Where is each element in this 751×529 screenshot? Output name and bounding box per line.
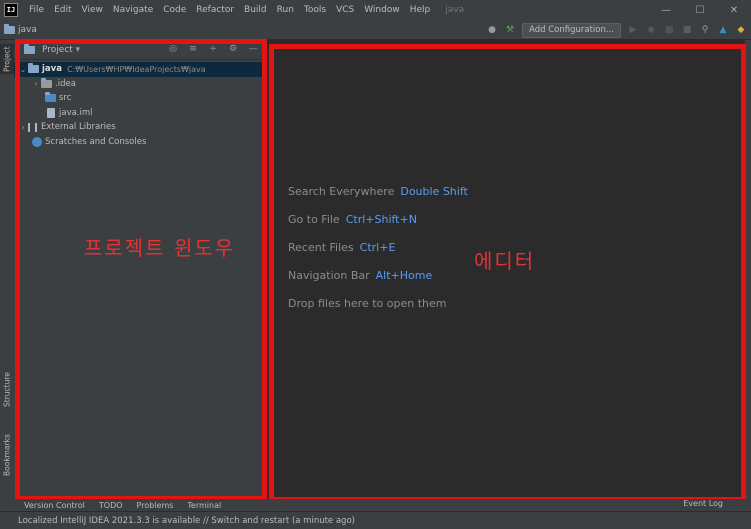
right-tool-strip — [745, 40, 751, 500]
hint-recent-files: Recent Files Ctrl+E — [288, 241, 395, 254]
menu-run[interactable]: Run — [272, 5, 299, 15]
hint-drop-files: Drop files here to open them — [288, 297, 446, 310]
user-icon[interactable]: ● — [486, 24, 498, 36]
menu-code[interactable]: Code — [158, 5, 191, 15]
hint-label: Search Everywhere — [288, 185, 395, 198]
editor-annotation: 에디터 — [474, 249, 536, 273]
external-libraries-label: External Libraries — [41, 122, 116, 133]
hint-label: Go to File — [288, 213, 340, 226]
search-icon[interactable]: ⚲ — [699, 24, 711, 36]
hint-go-to-file: Go to File Ctrl+Shift+N — [288, 213, 417, 226]
tree-item-scratches[interactable]: Scratches and Consoles — [14, 135, 267, 150]
bookmarks-tool-tab[interactable]: Bookmarks — [0, 432, 14, 478]
hint-shortcut: Alt+Home — [375, 269, 433, 282]
scratches-icon — [32, 136, 42, 147]
iml-file-icon — [47, 107, 55, 118]
terminal-tab[interactable]: Terminal — [187, 501, 221, 510]
window-controls: — ☐ ✕ — [649, 0, 751, 20]
project-window-annotation: 프로젝트 윈도우 — [84, 236, 236, 260]
gear-icon[interactable]: ⚙ — [227, 43, 239, 55]
menu-view[interactable]: View — [77, 5, 108, 15]
library-icon — [28, 122, 37, 132]
folder-icon — [41, 77, 52, 88]
chevron-right-icon[interactable]: › — [18, 123, 28, 132]
chevron-down-icon[interactable]: ⌄ — [18, 65, 28, 74]
window-title: java — [445, 5, 465, 15]
run-icon[interactable]: ▶ — [627, 24, 639, 36]
maximize-icon[interactable]: ☐ — [683, 0, 717, 20]
nav-toolbar: ● ⚒ Add Configuration... ▶ ◉ ▩ ■ ⚲ ▲ ◆ — [486, 20, 747, 40]
menu-edit[interactable]: Edit — [49, 5, 76, 15]
menu-file[interactable]: File — [24, 5, 49, 15]
tree-item-src[interactable]: src — [14, 91, 267, 106]
root-name: java — [42, 64, 62, 75]
project-tree: ⌄ java C:₩Users₩HP₩IdeaProjects₩java › .… — [14, 60, 267, 149]
plugin-icon[interactable]: ◆ — [735, 24, 747, 36]
hint-shortcut: Double Shift — [400, 185, 468, 198]
menu-build[interactable]: Build — [239, 5, 272, 15]
scratches-label: Scratches and Consoles — [45, 136, 147, 147]
tree-item-iml[interactable]: java.iml — [14, 106, 267, 121]
update-icon[interactable]: ▲ — [717, 24, 729, 36]
navigation-bar: java ● ⚒ Add Configuration... ▶ ◉ ▩ ■ ⚲ … — [0, 20, 751, 40]
menu-navigate[interactable]: Navigate — [108, 5, 158, 15]
coverage-icon[interactable]: ▩ — [663, 24, 675, 36]
project-view-selector[interactable]: Project — [42, 45, 73, 55]
hint-shortcut: Ctrl+E — [359, 241, 396, 254]
intellij-logo-icon: IJ — [4, 3, 18, 17]
menu-tools[interactable]: Tools — [299, 5, 331, 15]
src-folder-label: src — [59, 93, 72, 104]
hint-shortcut: Ctrl+Shift+N — [345, 213, 417, 226]
bottom-tool-tabs: Version Control TODO Problems Terminal — [0, 499, 751, 511]
hint-label: Drop files here to open them — [288, 297, 447, 310]
status-bar: Localized IntelliJ IDEA 2021.3.3 is avai… — [0, 511, 751, 529]
debug-icon[interactable]: ◉ — [645, 24, 657, 36]
tree-item-root[interactable]: ⌄ java C:₩Users₩HP₩IdeaProjects₩java — [14, 62, 267, 77]
chevron-right-icon[interactable]: › — [31, 79, 41, 88]
left-tool-strip: Project Structure Bookmarks — [0, 40, 14, 500]
nav-project-crumb[interactable]: java — [4, 23, 37, 35]
close-icon[interactable]: ✕ — [717, 0, 751, 20]
locate-icon[interactable]: ◎ — [167, 43, 179, 55]
project-tool-window: Project ▾ ◎ ≡ ÷ ⚙ — ⌄ java C:₩Users₩HP₩I… — [14, 40, 267, 500]
collapse-all-icon[interactable]: ÷ — [207, 43, 219, 55]
menu-help[interactable]: Help — [405, 5, 436, 15]
nav-project-name: java — [18, 24, 37, 35]
menu-window[interactable]: Window — [359, 5, 405, 15]
hint-label: Navigation Bar — [288, 269, 370, 282]
hide-icon[interactable]: — — [247, 43, 259, 55]
root-path: C:₩Users₩HP₩IdeaProjects₩java — [66, 64, 206, 74]
idea-folder-label: .idea — [55, 78, 76, 89]
hint-label: Recent Files — [288, 241, 354, 254]
source-folder-icon — [45, 92, 56, 103]
problems-tab[interactable]: Problems — [137, 501, 174, 510]
project-panel-header: Project ▾ ◎ ≡ ÷ ⚙ — — [14, 40, 267, 60]
expand-all-icon[interactable]: ≡ — [187, 43, 199, 55]
todo-tab[interactable]: TODO — [99, 501, 123, 510]
module-folder-icon — [28, 63, 39, 74]
project-folder-icon — [4, 23, 15, 34]
tree-item-external-libraries[interactable]: › External Libraries — [14, 120, 267, 135]
minimize-icon[interactable]: — — [649, 0, 683, 20]
menu-vcs[interactable]: VCS — [331, 5, 359, 15]
hint-navigation-bar: Navigation Bar Alt+Home — [288, 269, 432, 282]
project-view-icon — [24, 43, 35, 54]
status-message[interactable]: Localized IntelliJ IDEA 2021.3.3 is avai… — [18, 516, 355, 526]
menu-refactor[interactable]: Refactor — [191, 5, 239, 15]
chevron-down-icon[interactable]: ▾ — [73, 44, 83, 56]
add-configuration-button[interactable]: Add Configuration... — [522, 22, 621, 38]
stop-icon[interactable]: ■ — [681, 24, 693, 36]
structure-tool-tab[interactable]: Structure — [0, 370, 14, 410]
event-log-tab[interactable]: Event Log — [683, 499, 723, 508]
project-tool-tab[interactable]: Project — [0, 44, 14, 74]
iml-file-label: java.iml — [59, 107, 93, 118]
hint-search-everywhere: Search Everywhere Double Shift — [288, 185, 468, 198]
project-panel-tools: ◎ ≡ ÷ ⚙ — — [167, 43, 259, 55]
build-hammer-icon[interactable]: ⚒ — [504, 24, 516, 36]
tree-item-idea[interactable]: › .idea — [14, 77, 267, 92]
version-control-tab[interactable]: Version Control — [24, 501, 85, 510]
menu-bar: IJ File Edit View Navigate Code Refactor… — [0, 0, 751, 20]
